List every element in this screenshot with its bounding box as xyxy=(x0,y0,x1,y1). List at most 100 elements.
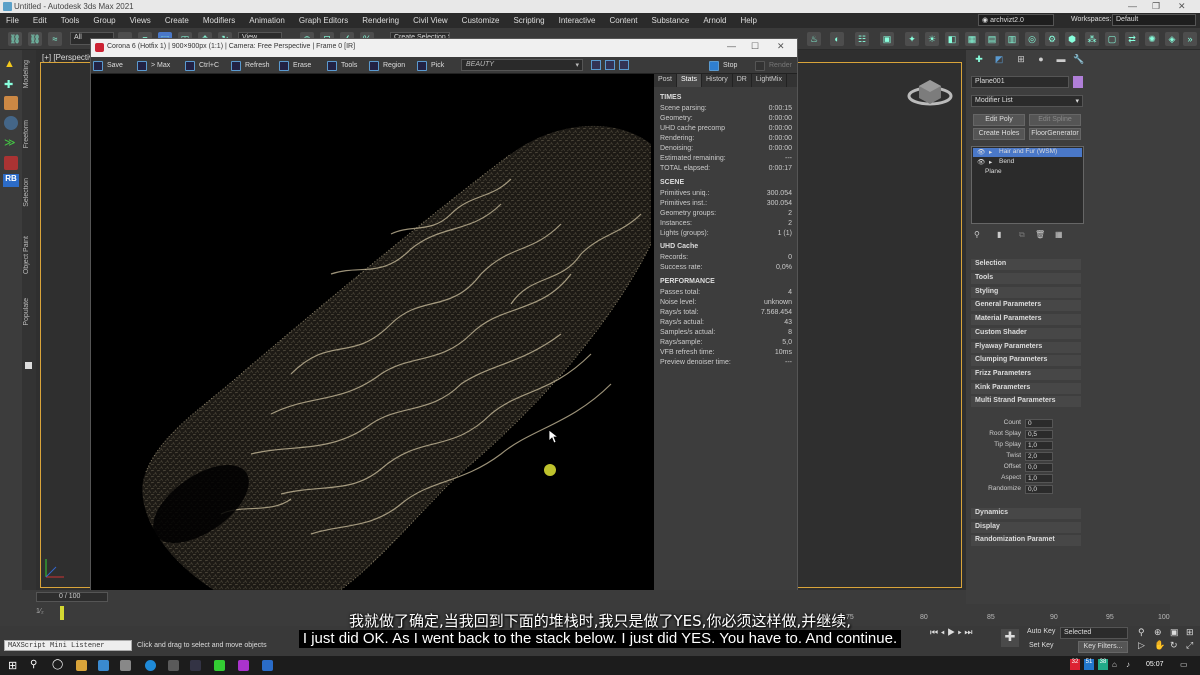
menu-substance[interactable]: Substance xyxy=(652,16,690,25)
hierarchy-tab-icon[interactable]: ⊞ xyxy=(1014,54,1028,68)
spinner-input[interactable]: 0,0 xyxy=(1025,485,1053,494)
motion-icon[interactable]: ≫ xyxy=(4,136,18,150)
rollout-randomization-parameters[interactable]: Randomization Paramet xyxy=(971,535,1081,546)
rollout-display[interactable]: Display xyxy=(971,522,1081,533)
tray-badge[interactable]: 32 xyxy=(1070,659,1080,670)
erase-button[interactable]: Erase xyxy=(279,60,311,71)
create-icon[interactable]: ✚ xyxy=(4,78,18,92)
modifier-list-dropdown[interactable]: Modifier List ▾ xyxy=(971,95,1083,107)
tab-object-paint[interactable]: Object Paint xyxy=(23,236,30,274)
bind-space-warp-icon[interactable]: ≈ xyxy=(48,32,62,46)
minimize-icon[interactable]: — xyxy=(1128,1,1137,11)
zoom-in-icon[interactable] xyxy=(591,60,601,70)
vfb-icon[interactable]: ▢ xyxy=(1105,32,1119,46)
tab-selection[interactable]: Selection xyxy=(23,178,30,207)
menu-animation[interactable]: Animation xyxy=(249,16,285,25)
tab-stats[interactable]: Stats xyxy=(677,74,702,87)
sun-icon[interactable]: ☀ xyxy=(925,32,939,46)
rollout-clumping-parameters[interactable]: Clumping Parameters xyxy=(971,355,1081,366)
3dsmax-taskbar-icon[interactable] xyxy=(262,660,273,671)
display-tab-icon[interactable]: ▬ xyxy=(1054,54,1068,68)
video-editor-icon[interactable] xyxy=(238,660,249,671)
rollout-multi-strand-parameters[interactable]: Multi Strand Parameters xyxy=(971,396,1081,407)
stop-button[interactable]: Stop xyxy=(709,60,737,71)
rollout-selection[interactable]: Selection xyxy=(971,259,1081,270)
render-canvas[interactable] xyxy=(91,74,654,638)
modify-tab-icon[interactable]: ◩ xyxy=(992,54,1006,68)
restore-icon[interactable]: ❐ xyxy=(1152,1,1160,12)
viewcube-icon[interactable] xyxy=(905,68,955,112)
spinner-input[interactable]: 0,0 xyxy=(1025,463,1053,472)
rollout-tools[interactable]: Tools xyxy=(971,273,1081,284)
settings-icon[interactable]: ⚙ xyxy=(1045,32,1059,46)
tab-modeling[interactable]: Modeling xyxy=(23,60,30,88)
mail-icon[interactable] xyxy=(98,660,109,671)
tab-dr[interactable]: DR xyxy=(733,74,752,87)
menu-graph-editors[interactable]: Graph Editors xyxy=(299,16,348,25)
search-icon[interactable]: ⚲ xyxy=(30,659,37,670)
save-button[interactable]: Save xyxy=(93,60,123,71)
grid-icon[interactable]: ▦ xyxy=(965,32,979,46)
workspace-dropdown[interactable]: Default xyxy=(1112,14,1196,26)
railclone-icon[interactable]: RB xyxy=(3,174,19,187)
copy-button[interactable]: Ctrl+C xyxy=(185,60,219,71)
menu-file[interactable]: File xyxy=(6,16,19,25)
scatter-icon[interactable]: ⁂ xyxy=(1085,32,1099,46)
menu-create[interactable]: Create xyxy=(165,16,189,25)
edit-spline-button[interactable]: Edit Spline xyxy=(1029,114,1081,126)
camera-icon[interactable]: ◧ xyxy=(945,32,959,46)
object-name-field[interactable]: Plane001 xyxy=(971,76,1069,88)
menu-interactive[interactable]: Interactive xyxy=(559,16,596,25)
object-color-swatch[interactable] xyxy=(1073,76,1083,88)
light-icon[interactable]: ✦ xyxy=(905,32,919,46)
to-max-button[interactable]: > Max xyxy=(137,60,170,71)
menu-group[interactable]: Group xyxy=(93,16,115,25)
spinner-input[interactable]: 0 xyxy=(1025,419,1053,428)
render-pass-dropdown[interactable]: BEAUTY ▾ xyxy=(461,59,583,71)
tab-lightmix[interactable]: LightMix xyxy=(752,74,787,87)
menu-customize[interactable]: Customize xyxy=(462,16,500,25)
tray-badge[interactable]: 38 xyxy=(1098,659,1108,670)
teapot-render-icon[interactable]: ♨ xyxy=(807,32,821,46)
unlink-icon[interactable]: ⛓ xyxy=(28,32,42,46)
expand-arrow-icon[interactable]: ▸ xyxy=(989,148,992,156)
ribbon-toggle-icon[interactable] xyxy=(25,362,32,369)
store-icon[interactable] xyxy=(120,660,131,671)
frame-counter[interactable]: 0 / 100 xyxy=(36,592,108,602)
display-icon[interactable] xyxy=(4,156,18,170)
create-tab-icon[interactable]: ✚ xyxy=(972,54,986,68)
account-dropdown[interactable]: ◉ archvizt2.0 xyxy=(978,14,1054,26)
make-unique-icon[interactable]: ⧉ xyxy=(1019,230,1025,240)
windows-start-icon[interactable]: ⊞ xyxy=(8,659,17,672)
menu-edit[interactable]: Edit xyxy=(33,16,47,25)
menu-civil-view[interactable]: Civil View xyxy=(413,16,448,25)
rollout-material-parameters[interactable]: Material Parameters xyxy=(971,314,1081,325)
hierarchy-icon[interactable] xyxy=(4,116,18,130)
link-icon[interactable]: ⛓ xyxy=(8,32,22,46)
menu-modifiers[interactable]: Modifiers xyxy=(203,16,235,25)
rollout-frizz-parameters[interactable]: Frizz Parameters xyxy=(971,369,1081,380)
rollout-custom-shader[interactable]: Custom Shader xyxy=(971,328,1081,339)
menu-content[interactable]: Content xyxy=(610,16,638,25)
vfb-minimize-icon[interactable]: — xyxy=(727,41,736,51)
more-tools-icon[interactable]: » xyxy=(1183,32,1197,46)
steam-icon[interactable] xyxy=(190,660,201,671)
pick-button[interactable]: Pick xyxy=(417,60,444,71)
spinner-input[interactable]: 0,5 xyxy=(1025,430,1053,439)
corona-icon[interactable]: ◎ xyxy=(1025,32,1039,46)
menu-help[interactable]: Help xyxy=(740,16,756,25)
expand-arrow-icon[interactable]: ▸ xyxy=(989,158,992,166)
menu-arnold[interactable]: Arnold xyxy=(703,16,726,25)
spinner-input[interactable]: 1,0 xyxy=(1025,441,1053,450)
vfb-maximize-icon[interactable]: ☐ xyxy=(751,41,759,52)
tab-freeform[interactable]: Freeform xyxy=(23,120,30,148)
vfb-close-icon[interactable]: ✕ xyxy=(777,41,785,52)
stack-item-hair-and-fur[interactable]: 👁 ▸ Hair and Fur (WSM) xyxy=(973,148,1082,157)
clock[interactable]: 05:07 xyxy=(1146,661,1164,668)
menu-rendering[interactable]: Rendering xyxy=(362,16,399,25)
zoom-out-icon[interactable] xyxy=(605,60,615,70)
menu-scripting[interactable]: Scripting xyxy=(513,16,544,25)
eye-icon[interactable]: 👁 xyxy=(977,148,985,156)
zoom-fit-icon[interactable] xyxy=(619,60,629,70)
tools-button[interactable]: Tools xyxy=(327,60,357,71)
